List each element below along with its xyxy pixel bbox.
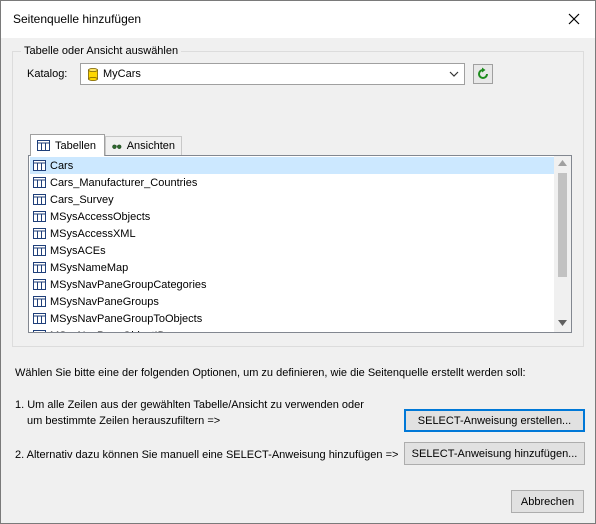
table-icon — [33, 296, 46, 307]
create-select-statement-button[interactable]: SELECT-Anweisung erstellen... — [404, 409, 585, 432]
option2-text: 2. Alternativ dazu können Sie manuell ei… — [15, 449, 399, 461]
table-name: MSysNavPaneGroupCategories — [50, 278, 207, 291]
table-icon — [33, 194, 46, 205]
database-icon — [88, 68, 98, 81]
chevron-down-icon — [449, 71, 459, 77]
table-icon — [33, 279, 46, 290]
close-icon — [568, 13, 580, 25]
glasses-icon — [112, 144, 122, 149]
table-icon — [37, 140, 50, 151]
catalog-select[interactable]: MyCars — [80, 63, 465, 85]
table-list-item[interactable]: MSysNavPaneGroupCategories — [30, 276, 554, 293]
tab-tables[interactable]: Tabellen — [30, 134, 105, 156]
tab-views-label: Ansichten — [126, 140, 175, 152]
table-list-item[interactable]: Cars — [30, 157, 554, 174]
table-name: MSysNavPaneGroups — [50, 295, 159, 308]
instructions-text: Wählen Sie bitte eine der folgenden Opti… — [15, 367, 526, 379]
table-icon — [33, 177, 46, 188]
table-name: MSysAccessXML — [50, 227, 136, 240]
window-title: Seitenquelle hinzufügen — [13, 12, 142, 26]
table-icon — [33, 330, 46, 332]
table-list-item[interactable]: MSysNavPaneGroups — [30, 293, 554, 310]
table-list[interactable]: MSysNavPaneObjectIDs MSysNavPaneGroupToOb… — [28, 155, 572, 333]
tab-views[interactable]: Ansichten — [105, 136, 182, 155]
table-list-item[interactable]: MSysAccessXML — [30, 225, 554, 242]
table-name: MSysNameMap — [50, 261, 129, 274]
table-name: MSysAccessObjects — [50, 210, 151, 223]
table-list-item[interactable]: MSysNameMap — [30, 259, 554, 276]
table-list-item[interactable]: Cars_Survey — [30, 191, 554, 208]
table-name: MSysNavPaneObjectIDs — [50, 330, 171, 333]
refresh-icon — [478, 67, 488, 79]
table-name: MSysACEs — [50, 244, 106, 257]
table-list-item[interactable]: MSysAccessObjects — [30, 208, 554, 225]
table-icon — [33, 228, 46, 239]
table-list-item[interactable]: MSysNavPaneObjectIDs — [30, 327, 554, 333]
add-page-source-dialog: Seitenquelle hinzufügen Tabelle oder Ans… — [0, 0, 596, 524]
refresh-button[interactable] — [473, 64, 493, 84]
table-icon — [33, 262, 46, 273]
table-list-item[interactable]: Cars_Manufacturer_Countries — [30, 174, 554, 191]
scroll-up-icon[interactable] — [558, 160, 567, 166]
scrollbar-thumb[interactable] — [558, 173, 567, 277]
close-button[interactable] — [559, 5, 589, 33]
table-list-item[interactable]: MSysNavPaneGroupToObjects — [30, 310, 554, 327]
table-icon — [33, 245, 46, 256]
group-legend: Tabelle oder Ansicht auswählen — [21, 45, 182, 57]
table-name: Cars_Survey — [50, 193, 114, 206]
table-name: Cars_Manufacturer_Countries — [50, 176, 198, 189]
option1-text-line2: um bestimmte Zeilen herauszufiltern => — [27, 415, 221, 427]
tab-tables-label: Tabellen — [55, 139, 96, 152]
scroll-down-icon[interactable] — [558, 320, 567, 326]
option1-text-line1: 1. Um alle Zeilen aus der gewählten Tabe… — [15, 399, 364, 411]
vertical-scrollbar[interactable] — [554, 156, 571, 332]
table-name: Cars — [50, 159, 74, 172]
catalog-value: MyCars — [103, 68, 141, 80]
add-select-statement-button[interactable]: SELECT-Anweisung hinzufügen... — [404, 442, 585, 465]
table-name: MSysNavPaneGroupToObjects — [50, 312, 203, 325]
table-icon — [33, 211, 46, 222]
table-icon — [33, 313, 46, 324]
table-list-item[interactable]: MSysACEs — [30, 242, 554, 259]
table-icon — [33, 160, 46, 171]
catalog-label: Katalog: — [27, 68, 68, 80]
cancel-button[interactable]: Abbrechen — [511, 490, 584, 513]
title-bar: Seitenquelle hinzufügen — [1, 1, 595, 38]
